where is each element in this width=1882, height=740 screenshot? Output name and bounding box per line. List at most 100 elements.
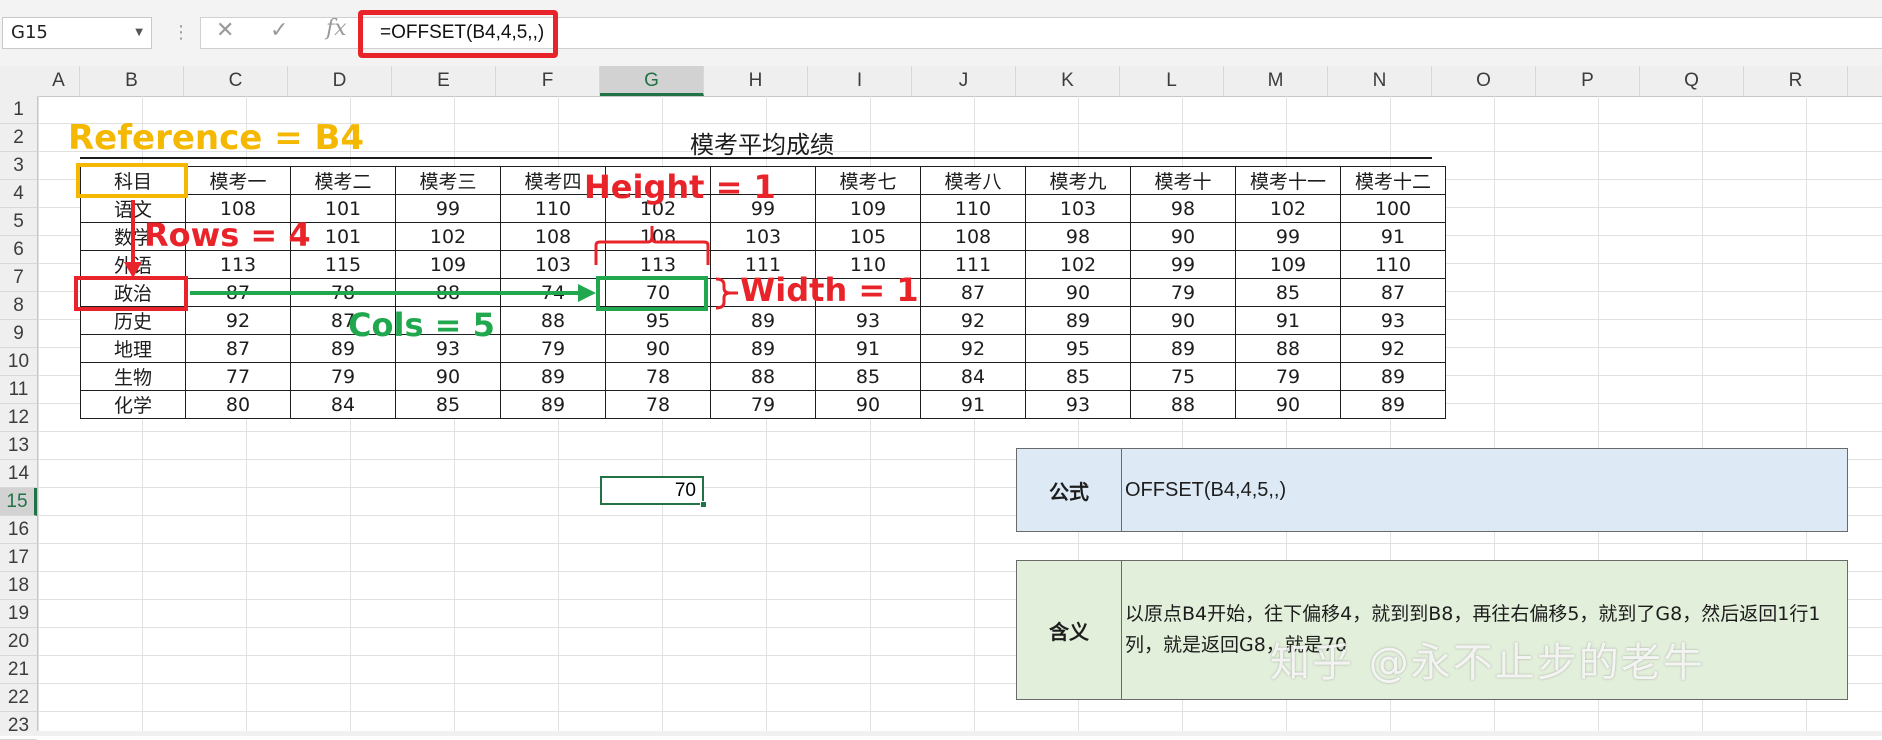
column-header-g[interactable]: G — [600, 66, 704, 96]
table-cell[interactable]: 92 — [920, 334, 1026, 363]
table-cell[interactable]: 92 — [1340, 334, 1446, 363]
table-cell[interactable]: 79 — [1235, 362, 1341, 391]
table-header-cell[interactable]: 模考七 — [815, 166, 921, 195]
table-cell[interactable]: 87 — [1340, 278, 1446, 307]
table-cell[interactable]: 89 — [710, 306, 816, 335]
table-cell[interactable]: 90 — [1235, 390, 1341, 419]
active-cell-g15[interactable]: 70 — [600, 476, 704, 505]
row-header-15[interactable]: 15 — [0, 488, 37, 516]
table-cell[interactable]: 115 — [290, 250, 396, 279]
column-header-m[interactable]: M — [1224, 66, 1328, 96]
table-header-cell[interactable]: 模考二 — [290, 166, 396, 195]
row-header-13[interactable]: 13 — [0, 432, 37, 460]
table-cell[interactable]: 109 — [815, 194, 921, 223]
table-header-cell[interactable]: 模考九 — [1025, 166, 1131, 195]
table-cell[interactable]: 90 — [1025, 278, 1131, 307]
table-cell[interactable]: 80 — [185, 390, 291, 419]
table-cell[interactable]: 85 — [395, 390, 501, 419]
column-header-k[interactable]: K — [1016, 66, 1120, 96]
table-cell[interactable]: 88 — [1130, 390, 1236, 419]
table-cell[interactable]: 92 — [185, 306, 291, 335]
table-cell[interactable]: 外语 — [80, 250, 186, 279]
table-cell[interactable]: 102 — [395, 222, 501, 251]
column-header-r[interactable]: R — [1744, 66, 1848, 96]
column-header-j[interactable]: J — [912, 66, 1016, 96]
row-header-22[interactable]: 22 — [0, 684, 37, 712]
table-cell[interactable]: 93 — [1340, 306, 1446, 335]
horizontal-scrollbar[interactable] — [0, 731, 1882, 736]
row-header-9[interactable]: 9 — [0, 320, 37, 348]
table-cell[interactable]: 84 — [920, 362, 1026, 391]
row-header-14[interactable]: 14 — [0, 460, 37, 488]
enter-icon[interactable]: ✓ — [270, 18, 288, 43]
table-cell[interactable]: 108 — [500, 222, 606, 251]
table-cell[interactable]: 90 — [1130, 222, 1236, 251]
name-box[interactable]: G15 ▼ — [2, 17, 152, 49]
column-header-h[interactable]: H — [704, 66, 808, 96]
table-cell[interactable]: 103 — [1025, 194, 1131, 223]
table-cell[interactable]: 89 — [1340, 362, 1446, 391]
table-cell[interactable]: 79 — [290, 362, 396, 391]
column-header-q[interactable]: Q — [1640, 66, 1744, 96]
table-cell[interactable]: 88 — [500, 306, 606, 335]
table-cell[interactable]: 110 — [920, 194, 1026, 223]
table-cell[interactable]: 105 — [815, 222, 921, 251]
fill-handle[interactable] — [700, 501, 707, 508]
table-cell[interactable]: 91 — [1235, 306, 1341, 335]
table-cell[interactable]: 87 — [185, 334, 291, 363]
table-cell[interactable]: 98 — [1130, 194, 1236, 223]
table-cell[interactable]: 99 — [1235, 222, 1341, 251]
column-header-i[interactable]: I — [808, 66, 912, 96]
table-cell[interactable]: 90 — [1130, 306, 1236, 335]
table-cell[interactable]: 108 — [605, 222, 711, 251]
table-cell[interactable]: 91 — [815, 334, 921, 363]
table-cell[interactable]: 113 — [605, 250, 711, 279]
column-header-d[interactable]: D — [288, 66, 392, 96]
row-header-18[interactable]: 18 — [0, 572, 37, 600]
column-header-p[interactable]: P — [1536, 66, 1640, 96]
table-cell[interactable]: 79 — [710, 390, 816, 419]
table-cell[interactable]: 77 — [185, 362, 291, 391]
table-cell[interactable]: 89 — [1340, 390, 1446, 419]
table-header-cell[interactable]: 模考十一 — [1235, 166, 1341, 195]
row-header-1[interactable]: 1 — [0, 96, 37, 124]
table-header-cell[interactable]: 模考十二 — [1340, 166, 1446, 195]
insert-function-icon[interactable]: fx — [326, 16, 347, 41]
table-cell[interactable]: 89 — [500, 390, 606, 419]
table-cell[interactable]: 89 — [710, 334, 816, 363]
table-cell[interactable]: 111 — [920, 250, 1026, 279]
column-header-f[interactable]: F — [496, 66, 600, 96]
table-cell[interactable]: 88 — [710, 362, 816, 391]
table-cell[interactable]: 99 — [395, 194, 501, 223]
table-cell[interactable]: 85 — [815, 362, 921, 391]
row-header-20[interactable]: 20 — [0, 628, 37, 656]
row-header-10[interactable]: 10 — [0, 348, 37, 376]
table-cell[interactable]: 79 — [500, 334, 606, 363]
table-cell[interactable]: 98 — [1025, 222, 1131, 251]
column-header-c[interactable]: C — [184, 66, 288, 96]
row-header-19[interactable]: 19 — [0, 600, 37, 628]
table-cell[interactable]: 103 — [710, 222, 816, 251]
table-cell[interactable]: 88 — [1235, 334, 1341, 363]
table-header-cell[interactable]: 模考十 — [1130, 166, 1236, 195]
cancel-icon[interactable]: ✕ — [216, 18, 234, 43]
table-cell[interactable]: 74 — [500, 278, 606, 307]
row-header-8[interactable]: 8 — [0, 292, 37, 320]
table-cell[interactable]: 91 — [1340, 222, 1446, 251]
table-cell[interactable]: 90 — [815, 390, 921, 419]
table-cell[interactable]: 89 — [1025, 306, 1131, 335]
table-cell[interactable]: 100 — [1340, 194, 1446, 223]
row-header-5[interactable]: 5 — [0, 208, 37, 236]
table-cell[interactable]: 102 — [1235, 194, 1341, 223]
column-header-b[interactable]: B — [80, 66, 184, 96]
table-cell[interactable]: 90 — [605, 334, 711, 363]
table-cell[interactable]: 102 — [1025, 250, 1131, 279]
table-cell[interactable]: 79 — [1130, 278, 1236, 307]
chevron-down-icon[interactable]: ▼ — [135, 18, 143, 48]
table-cell[interactable]: 化学 — [80, 390, 186, 419]
table-cell[interactable]: 110 — [1340, 250, 1446, 279]
row-header-6[interactable]: 6 — [0, 236, 37, 264]
table-cell[interactable]: 109 — [395, 250, 501, 279]
table-header-cell[interactable]: 模考八 — [920, 166, 1026, 195]
table-cell[interactable]: 109 — [1235, 250, 1341, 279]
